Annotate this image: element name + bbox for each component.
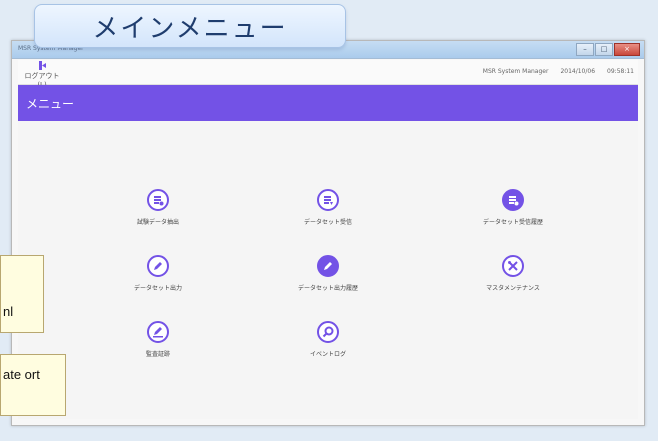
menu-item-label: データセット受信 [303, 219, 352, 226]
callout-box-upper: nl [0, 255, 44, 333]
menu-item-dataset-output[interactable]: データセット出力 [83, 255, 233, 292]
logout-icon [39, 61, 46, 70]
banner-title: メインメニュー [92, 13, 288, 44]
close-icon[interactable]: × [614, 43, 640, 56]
menu-item-label: イベントログ [309, 351, 346, 358]
menu-item-event-log[interactable]: イベントログ [253, 321, 403, 358]
menu-item-dataset-receive-history[interactable]: データセット受信履歴 [438, 189, 588, 226]
callout-box-lower: ate ort [0, 354, 66, 416]
page-title: メニュー [26, 97, 75, 111]
callout-text: ate ort [3, 367, 40, 382]
app-window: MSR System Manager – □ × ログアウト(L) MSR Sy… [11, 40, 645, 426]
menu-item-audit-trail[interactable]: 監査証跡 [83, 321, 233, 358]
menu-item-label: 監査証跡 [145, 351, 170, 358]
dataset-receive-icon [317, 189, 339, 211]
screen-title-banner: メインメニュー [34, 4, 346, 48]
data-extract-icon [147, 189, 169, 211]
menu-item-label: データセット受信履歴 [482, 219, 543, 226]
menu-item-dataset-receive[interactable]: データセット受信 [253, 189, 403, 226]
app-toolbar: ログアウト(L) MSR System Manager 2014/10/06 0… [18, 60, 638, 89]
dataset-output-icon [147, 255, 169, 277]
menu-item-data-extract[interactable]: 試験データ抽出 [83, 189, 233, 226]
audit-trail-icon [147, 321, 169, 343]
menu-item-dataset-output-history[interactable]: データセット出力履歴 [253, 255, 403, 292]
dataset-output-history-icon [317, 255, 339, 277]
menu-grid: 試験データ抽出 データセット受信 データセット受信履歴 データセット出力 データ… [18, 121, 638, 419]
master-maintenance-icon [502, 255, 524, 277]
menu-item-master-maintenance[interactable]: マスタメンテナンス [438, 255, 588, 292]
menu-header: メニュー [18, 85, 638, 121]
menu-item-label: マスタメンテナンス [486, 285, 540, 292]
status-area: MSR System Manager 2014/10/06 09:58:11 [483, 68, 634, 75]
window-controls: – □ × [575, 43, 640, 56]
event-log-icon [317, 321, 339, 343]
menu-item-label: データセット出力 [133, 285, 182, 292]
current-time: 09:58:11 [607, 68, 634, 75]
app-name: MSR System Manager [482, 68, 549, 75]
minimize-icon[interactable]: – [576, 43, 594, 56]
current-date: 2014/10/06 [560, 68, 596, 75]
dataset-receive-history-icon [502, 189, 524, 211]
callout-text: nl [3, 304, 14, 319]
menu-item-label: 試験データ抽出 [136, 219, 179, 226]
maximize-icon[interactable]: □ [595, 43, 613, 56]
menu-item-label: データセット出力履歴 [297, 285, 358, 292]
